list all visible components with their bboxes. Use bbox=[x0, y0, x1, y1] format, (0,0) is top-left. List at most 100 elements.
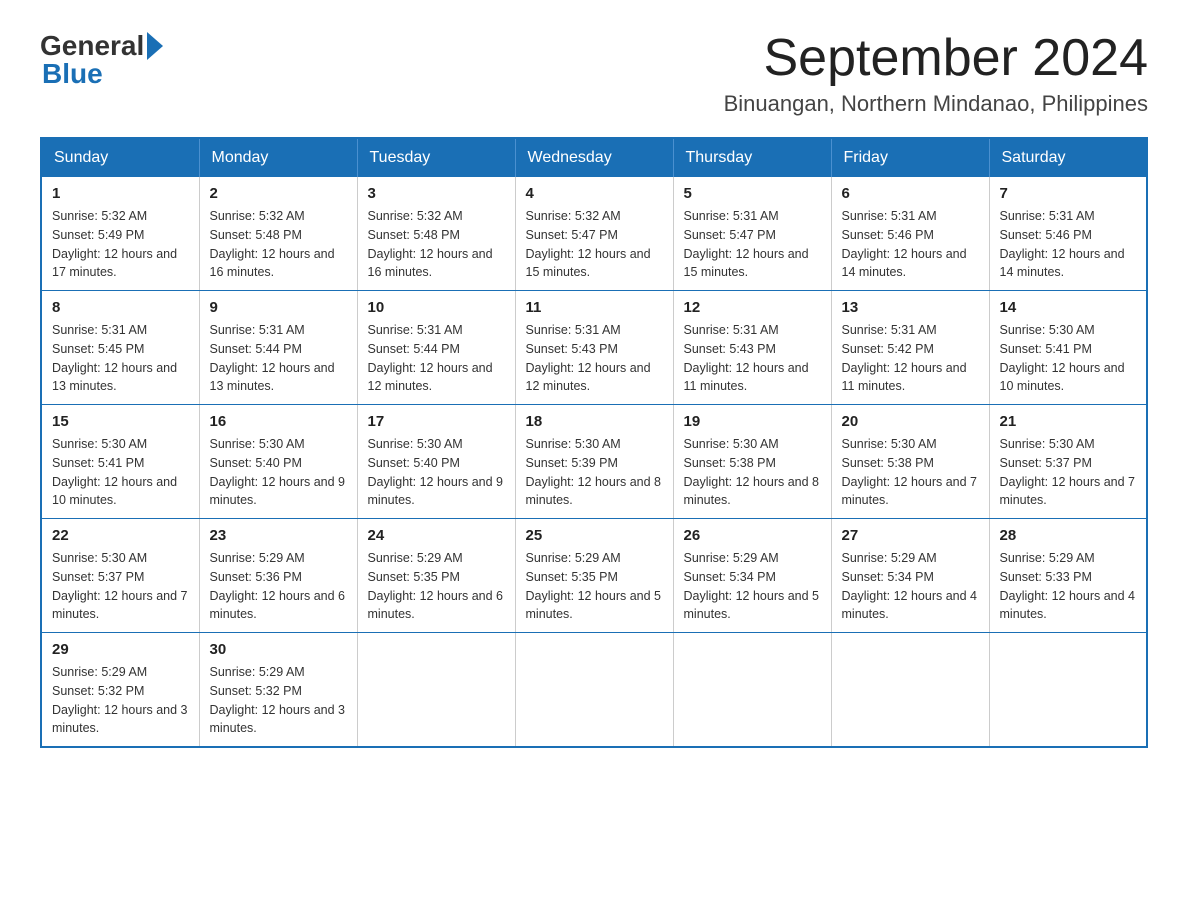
day-number: 25 bbox=[526, 527, 663, 544]
table-cell: 20 Sunrise: 5:30 AM Sunset: 5:38 PM Dayl… bbox=[831, 405, 989, 519]
title-section: September 2024 Binuangan, Northern Minda… bbox=[724, 30, 1148, 117]
table-cell: 3 Sunrise: 5:32 AM Sunset: 5:48 PM Dayli… bbox=[357, 177, 515, 291]
table-cell: 6 Sunrise: 5:31 AM Sunset: 5:46 PM Dayli… bbox=[831, 177, 989, 291]
table-cell: 15 Sunrise: 5:30 AM Sunset: 5:41 PM Dayl… bbox=[41, 405, 199, 519]
day-number: 12 bbox=[684, 299, 821, 316]
day-info: Sunrise: 5:31 AM Sunset: 5:47 PM Dayligh… bbox=[684, 207, 821, 282]
day-number: 30 bbox=[210, 641, 347, 658]
table-cell: 13 Sunrise: 5:31 AM Sunset: 5:42 PM Dayl… bbox=[831, 291, 989, 405]
table-cell: 10 Sunrise: 5:31 AM Sunset: 5:44 PM Dayl… bbox=[357, 291, 515, 405]
table-cell: 25 Sunrise: 5:29 AM Sunset: 5:35 PM Dayl… bbox=[515, 519, 673, 633]
day-number: 24 bbox=[368, 527, 505, 544]
day-number: 3 bbox=[368, 185, 505, 202]
day-number: 19 bbox=[684, 413, 821, 430]
table-cell bbox=[357, 633, 515, 748]
day-number: 5 bbox=[684, 185, 821, 202]
day-number: 29 bbox=[52, 641, 189, 658]
day-info: Sunrise: 5:32 AM Sunset: 5:48 PM Dayligh… bbox=[368, 207, 505, 282]
day-number: 28 bbox=[1000, 527, 1137, 544]
table-cell: 23 Sunrise: 5:29 AM Sunset: 5:36 PM Dayl… bbox=[199, 519, 357, 633]
day-info: Sunrise: 5:31 AM Sunset: 5:43 PM Dayligh… bbox=[526, 321, 663, 396]
day-info: Sunrise: 5:29 AM Sunset: 5:32 PM Dayligh… bbox=[52, 663, 189, 738]
table-cell: 24 Sunrise: 5:29 AM Sunset: 5:35 PM Dayl… bbox=[357, 519, 515, 633]
table-cell: 7 Sunrise: 5:31 AM Sunset: 5:46 PM Dayli… bbox=[989, 177, 1147, 291]
day-info: Sunrise: 5:30 AM Sunset: 5:41 PM Dayligh… bbox=[1000, 321, 1137, 396]
day-info: Sunrise: 5:31 AM Sunset: 5:46 PM Dayligh… bbox=[1000, 207, 1137, 282]
day-info: Sunrise: 5:30 AM Sunset: 5:38 PM Dayligh… bbox=[684, 435, 821, 510]
day-info: Sunrise: 5:32 AM Sunset: 5:49 PM Dayligh… bbox=[52, 207, 189, 282]
day-number: 10 bbox=[368, 299, 505, 316]
table-cell: 4 Sunrise: 5:32 AM Sunset: 5:47 PM Dayli… bbox=[515, 177, 673, 291]
table-cell: 14 Sunrise: 5:30 AM Sunset: 5:41 PM Dayl… bbox=[989, 291, 1147, 405]
table-cell bbox=[673, 633, 831, 748]
day-number: 11 bbox=[526, 299, 663, 316]
day-info: Sunrise: 5:29 AM Sunset: 5:35 PM Dayligh… bbox=[368, 549, 505, 624]
logo-arrow-icon bbox=[147, 32, 163, 60]
day-number: 8 bbox=[52, 299, 189, 316]
month-title: September 2024 bbox=[724, 30, 1148, 87]
table-cell: 21 Sunrise: 5:30 AM Sunset: 5:37 PM Dayl… bbox=[989, 405, 1147, 519]
day-info: Sunrise: 5:29 AM Sunset: 5:35 PM Dayligh… bbox=[526, 549, 663, 624]
table-cell: 26 Sunrise: 5:29 AM Sunset: 5:34 PM Dayl… bbox=[673, 519, 831, 633]
header-sunday: Sunday bbox=[41, 138, 199, 177]
page-header: General Blue September 2024 Binuangan, N… bbox=[40, 30, 1148, 117]
day-info: Sunrise: 5:29 AM Sunset: 5:34 PM Dayligh… bbox=[842, 549, 979, 624]
table-cell: 29 Sunrise: 5:29 AM Sunset: 5:32 PM Dayl… bbox=[41, 633, 199, 748]
day-info: Sunrise: 5:31 AM Sunset: 5:42 PM Dayligh… bbox=[842, 321, 979, 396]
day-number: 22 bbox=[52, 527, 189, 544]
logo-blue-text: Blue bbox=[40, 58, 103, 90]
table-cell: 1 Sunrise: 5:32 AM Sunset: 5:49 PM Dayli… bbox=[41, 177, 199, 291]
table-cell bbox=[831, 633, 989, 748]
day-number: 13 bbox=[842, 299, 979, 316]
day-number: 17 bbox=[368, 413, 505, 430]
day-info: Sunrise: 5:30 AM Sunset: 5:37 PM Dayligh… bbox=[1000, 435, 1137, 510]
table-cell: 8 Sunrise: 5:31 AM Sunset: 5:45 PM Dayli… bbox=[41, 291, 199, 405]
table-cell bbox=[515, 633, 673, 748]
header-wednesday: Wednesday bbox=[515, 138, 673, 177]
day-number: 6 bbox=[842, 185, 979, 202]
day-number: 18 bbox=[526, 413, 663, 430]
day-info: Sunrise: 5:31 AM Sunset: 5:46 PM Dayligh… bbox=[842, 207, 979, 282]
day-number: 16 bbox=[210, 413, 347, 430]
week-row-5: 29 Sunrise: 5:29 AM Sunset: 5:32 PM Dayl… bbox=[41, 633, 1147, 748]
table-cell: 5 Sunrise: 5:31 AM Sunset: 5:47 PM Dayli… bbox=[673, 177, 831, 291]
header-monday: Monday bbox=[199, 138, 357, 177]
day-number: 7 bbox=[1000, 185, 1137, 202]
day-info: Sunrise: 5:31 AM Sunset: 5:44 PM Dayligh… bbox=[210, 321, 347, 396]
day-number: 20 bbox=[842, 413, 979, 430]
day-info: Sunrise: 5:31 AM Sunset: 5:43 PM Dayligh… bbox=[684, 321, 821, 396]
week-row-3: 15 Sunrise: 5:30 AM Sunset: 5:41 PM Dayl… bbox=[41, 405, 1147, 519]
day-number: 23 bbox=[210, 527, 347, 544]
header-thursday: Thursday bbox=[673, 138, 831, 177]
header-saturday: Saturday bbox=[989, 138, 1147, 177]
day-number: 14 bbox=[1000, 299, 1137, 316]
day-info: Sunrise: 5:29 AM Sunset: 5:34 PM Dayligh… bbox=[684, 549, 821, 624]
location-title: Binuangan, Northern Mindanao, Philippine… bbox=[724, 91, 1148, 117]
table-cell bbox=[989, 633, 1147, 748]
day-info: Sunrise: 5:32 AM Sunset: 5:47 PM Dayligh… bbox=[526, 207, 663, 282]
day-info: Sunrise: 5:31 AM Sunset: 5:45 PM Dayligh… bbox=[52, 321, 189, 396]
day-number: 21 bbox=[1000, 413, 1137, 430]
table-cell: 17 Sunrise: 5:30 AM Sunset: 5:40 PM Dayl… bbox=[357, 405, 515, 519]
day-number: 2 bbox=[210, 185, 347, 202]
day-number: 26 bbox=[684, 527, 821, 544]
day-info: Sunrise: 5:30 AM Sunset: 5:40 PM Dayligh… bbox=[368, 435, 505, 510]
day-info: Sunrise: 5:30 AM Sunset: 5:40 PM Dayligh… bbox=[210, 435, 347, 510]
day-info: Sunrise: 5:30 AM Sunset: 5:37 PM Dayligh… bbox=[52, 549, 189, 624]
day-number: 1 bbox=[52, 185, 189, 202]
day-info: Sunrise: 5:32 AM Sunset: 5:48 PM Dayligh… bbox=[210, 207, 347, 282]
table-cell: 18 Sunrise: 5:30 AM Sunset: 5:39 PM Dayl… bbox=[515, 405, 673, 519]
table-cell: 9 Sunrise: 5:31 AM Sunset: 5:44 PM Dayli… bbox=[199, 291, 357, 405]
day-number: 27 bbox=[842, 527, 979, 544]
header-friday: Friday bbox=[831, 138, 989, 177]
table-cell: 12 Sunrise: 5:31 AM Sunset: 5:43 PM Dayl… bbox=[673, 291, 831, 405]
day-info: Sunrise: 5:30 AM Sunset: 5:41 PM Dayligh… bbox=[52, 435, 189, 510]
table-cell: 2 Sunrise: 5:32 AM Sunset: 5:48 PM Dayli… bbox=[199, 177, 357, 291]
day-info: Sunrise: 5:30 AM Sunset: 5:39 PM Dayligh… bbox=[526, 435, 663, 510]
table-cell: 27 Sunrise: 5:29 AM Sunset: 5:34 PM Dayl… bbox=[831, 519, 989, 633]
table-cell: 30 Sunrise: 5:29 AM Sunset: 5:32 PM Dayl… bbox=[199, 633, 357, 748]
day-info: Sunrise: 5:31 AM Sunset: 5:44 PM Dayligh… bbox=[368, 321, 505, 396]
table-cell: 11 Sunrise: 5:31 AM Sunset: 5:43 PM Dayl… bbox=[515, 291, 673, 405]
day-info: Sunrise: 5:29 AM Sunset: 5:36 PM Dayligh… bbox=[210, 549, 347, 624]
day-number: 15 bbox=[52, 413, 189, 430]
